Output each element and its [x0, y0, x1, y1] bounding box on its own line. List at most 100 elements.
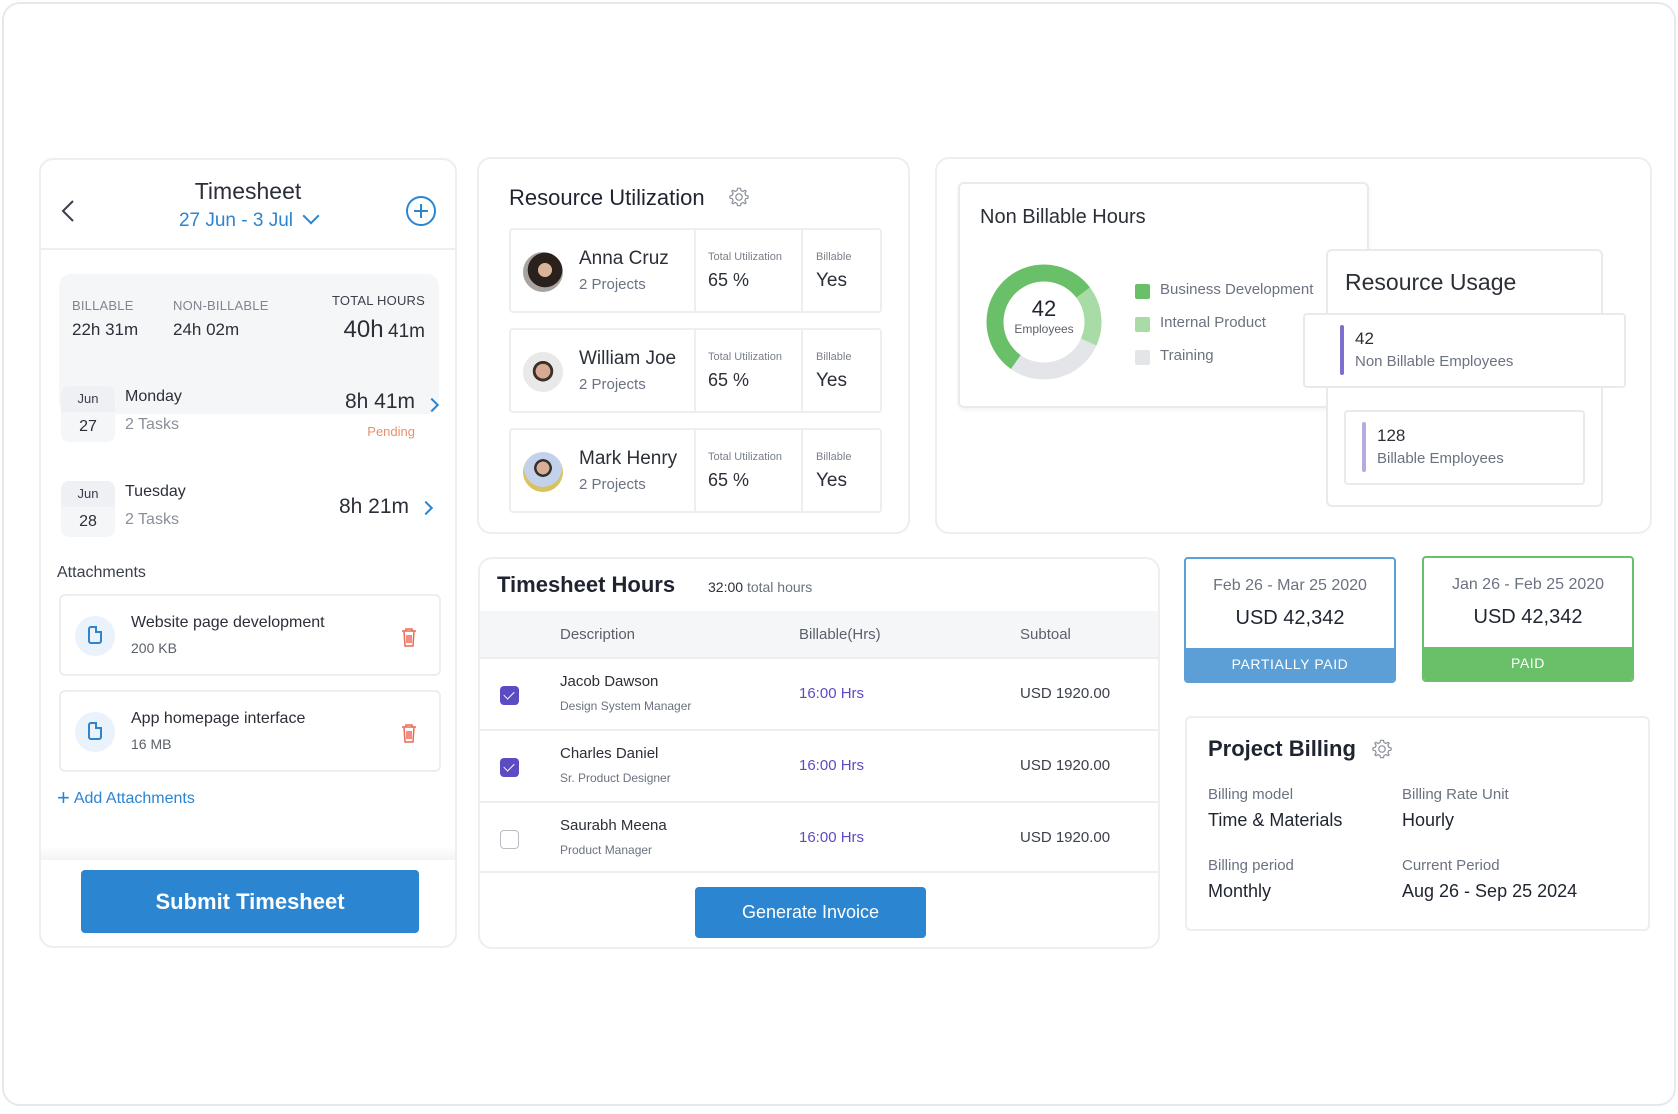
table-row: Charles Daniel Sr. Product Designer 16:0… — [480, 729, 1158, 801]
file-icon — [88, 722, 102, 740]
resource-projects: 2 Projects — [579, 276, 646, 293]
billing-field-value: Monthly — [1208, 881, 1272, 901]
gear-icon[interactable] — [728, 186, 750, 208]
add-circle-icon[interactable] — [406, 196, 436, 226]
billing-field-label: Billing Rate Unit — [1402, 786, 1509, 803]
employee-name: Charles Daniel — [560, 745, 659, 762]
billing-field-value: Hourly — [1402, 810, 1455, 830]
header-divider — [41, 248, 455, 250]
avatar — [523, 352, 563, 392]
plus-icon: + — [57, 785, 70, 810]
resource-card[interactable]: Anna Cruz 2 Projects Total Utilization 6… — [509, 228, 882, 313]
column-header: Description — [560, 626, 636, 643]
subtotal: USD 1920.00 — [1020, 757, 1111, 774]
utilization-value: 65 % — [708, 470, 750, 490]
submit-timesheet-button[interactable]: Submit Timesheet — [81, 870, 419, 933]
resource-card[interactable]: William Joe 2 Projects Total Utilization… — [509, 328, 882, 413]
donut-center-value: 42 — [1031, 296, 1057, 321]
billable-value: Yes — [816, 370, 847, 391]
column-header: Billable(Hrs) — [799, 626, 881, 643]
billing-field-value: Time & Materials — [1208, 810, 1343, 830]
resource-projects: 2 Projects — [579, 376, 646, 393]
employee-name: Jacob Dawson — [560, 673, 659, 690]
total-hours-value: 40h 41m — [343, 316, 425, 343]
day-row-monday[interactable]: Jun 27 Monday 2 Tasks 8h 41m Pending — [41, 386, 455, 456]
day-hours: 8h 41m — [344, 390, 415, 413]
timesheet-hours-title: Timesheet Hours — [497, 572, 676, 597]
invoice-card[interactable]: Feb 26 - Mar 25 2020 USD 42,342 PARTIALL… — [1184, 557, 1396, 683]
usage-stat-non-billable[interactable]: 42 Non Billable Employees — [1303, 313, 1626, 388]
table-header: Description Billable(Hrs) Subtoal — [480, 611, 1158, 659]
file-icon-wrap — [75, 616, 115, 656]
attachment-size: 16 MB — [131, 736, 172, 752]
day-name: Monday — [125, 388, 182, 405]
invoice-card[interactable]: Jan 26 - Feb 25 2020 USD 42,342 PAID — [1422, 556, 1634, 682]
attachment-size: 200 KB — [131, 640, 177, 656]
footer-divider — [41, 846, 455, 860]
status-badge: Pending — [367, 424, 415, 439]
utilization-label: Total Utilization — [708, 351, 782, 363]
billable-value: 22h 31m — [72, 320, 139, 339]
date-range-dropdown[interactable]: 27 Jun - 3 Jul — [41, 207, 455, 232]
attachment-item[interactable]: Website page development 200 KB — [59, 594, 441, 676]
timesheet-hours-panel: Timesheet Hours 32:00 total hours Descri… — [478, 557, 1160, 949]
billable-value: Yes — [816, 270, 847, 291]
total-hours-label: TOTAL HOURS — [332, 293, 425, 308]
trash-icon[interactable] — [401, 627, 417, 647]
donut-center-label: Employees — [1014, 322, 1074, 336]
non-billable-title: Non Billable Hours — [980, 206, 1146, 228]
day-hours: 8h 21m — [338, 495, 409, 518]
generate-invoice-button[interactable]: Generate Invoice — [695, 887, 926, 938]
day-tasks: 2 Tasks — [125, 511, 179, 528]
utilization-label: Total Utilization — [708, 251, 782, 263]
day-tasks: 2 Tasks — [125, 416, 179, 433]
file-icon-wrap — [75, 712, 115, 752]
day-name: Tuesday — [125, 483, 186, 500]
date-badge-month: Jun — [61, 481, 115, 507]
row-checkbox[interactable] — [500, 758, 519, 777]
avatar — [523, 452, 563, 492]
utilization-value: 65 % — [708, 370, 750, 390]
non-billable-label: NON-BILLABLE — [173, 298, 269, 313]
billable-hours: 16:00 Hrs — [799, 829, 865, 846]
usage-value: 42 — [1355, 329, 1374, 348]
column-header: Subtoal — [1020, 626, 1071, 643]
billable-value: Yes — [816, 470, 847, 491]
billable-label: Billable — [816, 251, 852, 263]
legend-swatch — [1135, 350, 1150, 365]
day-row-tuesday[interactable]: Jun 28 Tuesday 2 Tasks 8h 21m — [41, 481, 455, 551]
trash-icon[interactable] — [401, 723, 417, 743]
non-billable-value: 24h 02m — [173, 320, 240, 339]
employee-role: Design System Manager — [560, 699, 692, 713]
resource-projects: 2 Projects — [579, 476, 646, 493]
row-checkbox[interactable] — [500, 830, 519, 849]
invoice-status: PARTIALLY PAID — [1186, 648, 1394, 681]
chevron-right-icon[interactable] — [424, 397, 440, 413]
attachment-item[interactable]: App homepage interface 16 MB — [59, 690, 441, 772]
utilization-value: 65 % — [708, 270, 750, 290]
total-hours-summary: 32:00 total hours — [708, 579, 812, 595]
resource-card[interactable]: Mark Henry 2 Projects Total Utilization … — [509, 428, 882, 513]
gear-icon[interactable] — [1371, 738, 1393, 760]
resource-usage-title: Resource Usage — [1345, 269, 1517, 295]
usage-stat-billable[interactable]: 128 Billable Employees — [1344, 410, 1585, 485]
usage-value: 128 — [1377, 426, 1406, 445]
row-checkbox[interactable] — [500, 686, 519, 705]
billable-label: Billable — [816, 351, 852, 363]
utilization-label: Total Utilization — [708, 451, 782, 463]
project-billing-panel: Project Billing Billing model Time & Mat… — [1185, 716, 1650, 931]
billable-label: BILLABLE — [72, 298, 134, 313]
usage-accent-bar — [1340, 325, 1344, 375]
date-badge-day: 28 — [79, 513, 97, 530]
add-attachments-link[interactable]: + Add Attachments — [57, 785, 195, 810]
chevron-down-icon — [302, 207, 320, 225]
employee-name: Saurabh Meena — [560, 817, 667, 834]
table-row: Saurabh Meena Product Manager 16:00 Hrs … — [480, 801, 1158, 873]
chevron-right-icon[interactable] — [418, 500, 434, 516]
employee-role: Product Manager — [560, 843, 653, 857]
total-hours-value: 32:00 — [708, 579, 744, 595]
usage-label: Billable Employees — [1377, 450, 1504, 467]
billable-label: Billable — [816, 451, 852, 463]
billing-field-value: Aug 26 - Sep 25 2024 — [1402, 881, 1578, 901]
attachment-name: Website page development — [131, 614, 325, 631]
